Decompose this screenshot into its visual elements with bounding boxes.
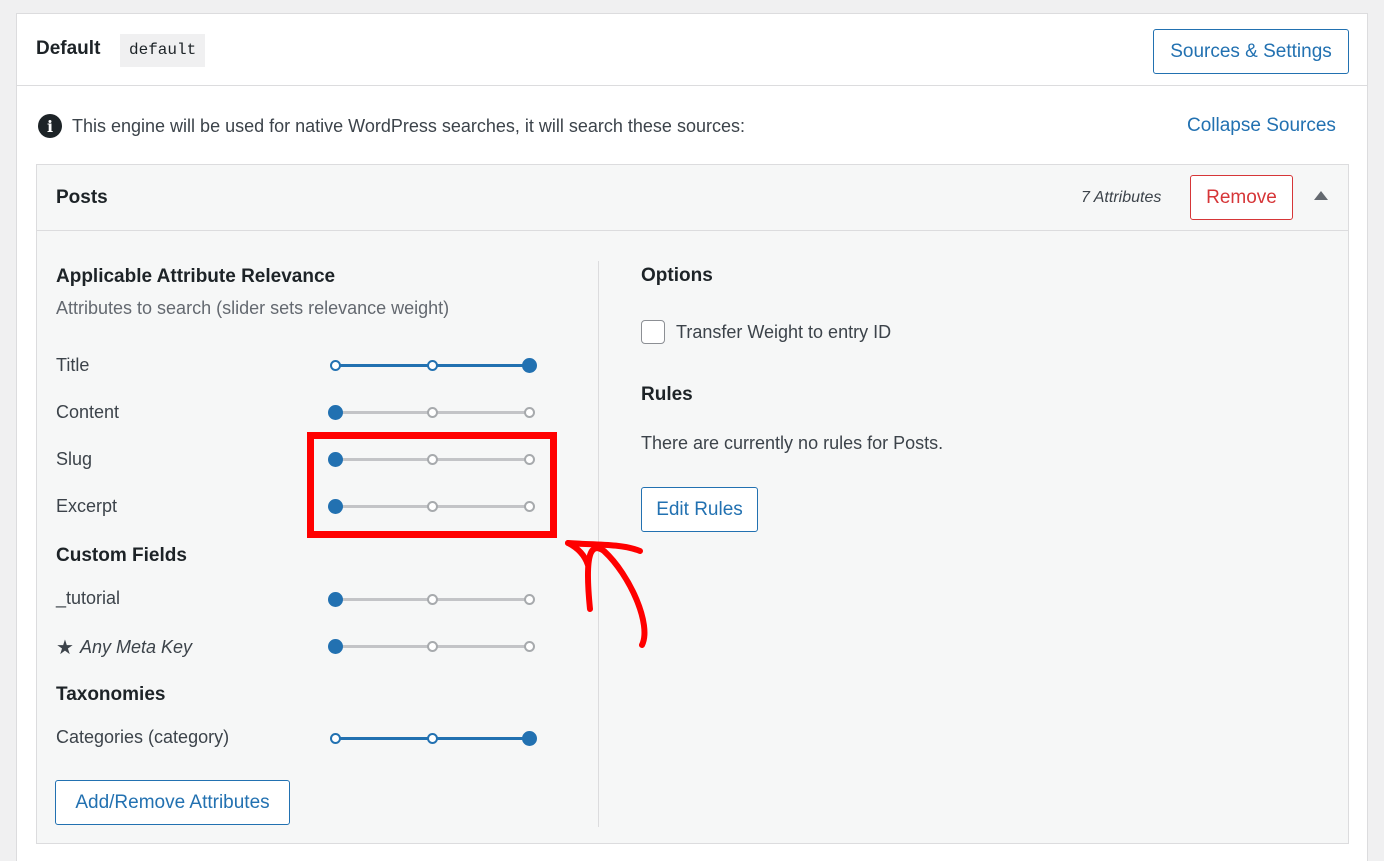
- slider-knob[interactable]: [521, 358, 537, 373]
- slider-any-meta-key[interactable]: [327, 636, 535, 656]
- attribute-label-slug: Slug: [56, 449, 93, 469]
- taxonomies-heading: Taxonomies: [56, 684, 166, 705]
- slider-stop[interactable]: [426, 733, 438, 744]
- transfer-weight-checkbox[interactable]: [641, 320, 665, 344]
- engine-notice: i This engine will be used for native Wo…: [38, 113, 745, 139]
- engine-title: Default: [36, 38, 101, 59]
- source-header: Posts 7 Attributes Remove: [37, 165, 1348, 231]
- slider-title[interactable]: [329, 355, 537, 375]
- slider-stop[interactable]: [523, 407, 535, 418]
- engine-slug: default: [120, 34, 206, 67]
- custom-fields-heading: Custom Fields: [56, 545, 187, 566]
- slider-stop[interactable]: [523, 594, 535, 605]
- attribute-any-meta-key: ★ Any Meta Key: [56, 635, 192, 660]
- slider-content[interactable]: [327, 402, 535, 422]
- rules-empty-text: There are currently no rules for Posts.: [641, 433, 944, 453]
- relevance-subheading: Attributes to search (slider sets releva…: [56, 298, 450, 318]
- rules-heading: Rules: [641, 384, 693, 405]
- attribute-count: 7 Attributes: [1081, 189, 1162, 206]
- annotation-highlight-box: [307, 432, 557, 538]
- slider-stop[interactable]: [426, 641, 438, 652]
- add-remove-attributes-button[interactable]: Add/Remove Attributes: [55, 780, 290, 825]
- attribute-label-title: Title: [56, 355, 90, 375]
- attribute-label-tutorial: _tutorial: [56, 588, 121, 608]
- slider-knob[interactable]: [327, 639, 343, 654]
- info-icon: i: [38, 114, 62, 138]
- attribute-label-content: Content: [56, 402, 120, 422]
- remove-source-button[interactable]: Remove: [1190, 175, 1293, 220]
- edit-rules-button[interactable]: Edit Rules: [641, 487, 758, 532]
- slider-knob[interactable]: [327, 405, 343, 420]
- slider-stop[interactable]: [523, 641, 535, 652]
- slider-stop[interactable]: [329, 360, 341, 371]
- transfer-weight-label: Transfer Weight to entry ID: [676, 321, 892, 342]
- slider-stop[interactable]: [329, 733, 341, 744]
- triangle-up-icon[interactable]: [1314, 191, 1328, 200]
- options-heading: Options: [641, 265, 713, 286]
- source-title: Posts: [56, 187, 108, 208]
- slider-stop[interactable]: [426, 594, 438, 605]
- attribute-label-any-meta-key: Any Meta Key: [79, 637, 192, 657]
- star-icon: ★: [56, 637, 74, 659]
- annotation-arrow-icon: [565, 540, 648, 648]
- slider-tutorial[interactable]: [327, 589, 535, 609]
- sources-settings-button[interactable]: Sources & Settings: [1153, 29, 1349, 74]
- slider-categories[interactable]: [329, 728, 537, 748]
- slider-knob[interactable]: [327, 592, 343, 607]
- source-posts: Posts 7 Attributes Remove Applicable Att…: [36, 164, 1349, 844]
- notice-text: This engine will be used for native Word…: [72, 115, 745, 136]
- relevance-heading: Applicable Attribute Relevance: [56, 266, 336, 287]
- engine-panel: Default default Sources & Settings i Thi…: [16, 13, 1368, 861]
- slider-stop[interactable]: [426, 407, 438, 418]
- attribute-label-excerpt: Excerpt: [56, 496, 118, 516]
- slider-knob[interactable]: [521, 731, 537, 746]
- collapse-sources-link[interactable]: Collapse Sources: [1187, 115, 1336, 137]
- engine-header: Default default Sources & Settings: [17, 14, 1367, 86]
- attribute-label-categories: Categories (category): [56, 727, 230, 747]
- slider-stop[interactable]: [426, 360, 438, 371]
- transfer-weight-option[interactable]: Transfer Weight to entry ID: [641, 320, 891, 344]
